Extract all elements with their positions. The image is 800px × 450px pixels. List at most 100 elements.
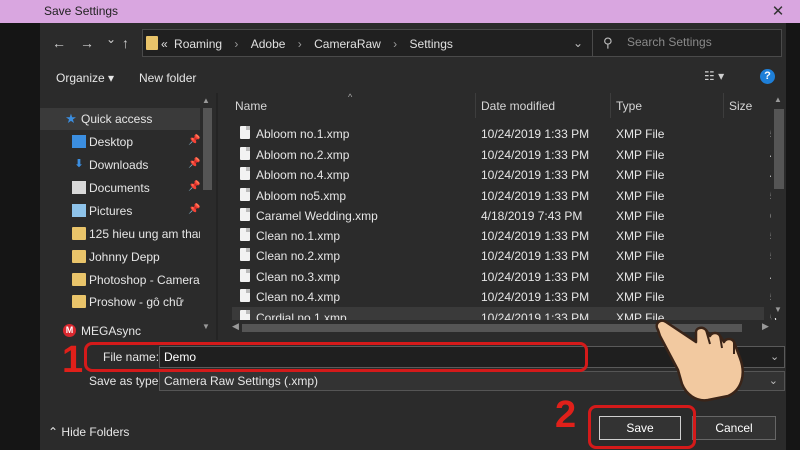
breadcrumb-overflow-icon[interactable]: « xyxy=(161,37,168,51)
file-name: Clean no.4.xmp xyxy=(256,290,341,304)
sidebar-item-johnny-depp[interactable]: Johnny Depp xyxy=(40,246,202,268)
scrollbar-thumb[interactable] xyxy=(203,108,212,190)
sidebar-item-quick-access[interactable]: ★ Quick access xyxy=(40,108,202,130)
sidebar-item-125-hieu-ung[interactable]: 125 hieu ung am thanh xyxy=(40,223,212,245)
file-row[interactable]: Clean no.2.xmp 10/24/2019 1:33 PM XMP Fi… xyxy=(232,245,777,265)
scroll-left-icon[interactable]: ◀ xyxy=(232,321,239,332)
sidebar-item-label: Documents xyxy=(89,181,150,195)
forward-arrow-icon[interactable]: → xyxy=(80,35,94,51)
pin-icon[interactable]: 📌 xyxy=(188,181,200,192)
desktop-icon xyxy=(72,135,86,148)
file-date: 4/18/2019 7:43 PM xyxy=(481,209,583,223)
scrollbar-thumb[interactable] xyxy=(774,109,784,189)
breadcrumb-cameraraw[interactable]: CameraRaw xyxy=(314,37,381,51)
view-options-icon[interactable]: ☷ ▾ xyxy=(704,69,724,83)
chevron-right-icon: › xyxy=(297,37,302,51)
folder-icon xyxy=(146,36,158,50)
background-strip-left xyxy=(0,23,40,450)
navigation-bar: ← → ⌄ ↑ « Roaming › Adobe › CameraRaw › … xyxy=(40,23,786,65)
help-icon[interactable]: ? xyxy=(760,69,775,84)
column-divider[interactable] xyxy=(610,93,611,118)
cancel-button[interactable]: Cancel xyxy=(692,416,776,440)
file-icon xyxy=(240,126,250,139)
file-row[interactable]: Abloom no.2.xmp 10/24/2019 1:33 PM XMP F… xyxy=(232,144,777,164)
save-settings-dialog: Save Settings ✕ ← → ⌄ ↑ « Roaming › Adob… xyxy=(0,0,800,450)
sidebar-scrollbar[interactable]: ▲ ▼ xyxy=(200,96,214,338)
step-marker-2: 2 xyxy=(555,394,577,436)
documents-icon xyxy=(72,181,86,194)
file-name: Clean no.2.xmp xyxy=(256,249,341,263)
file-icon xyxy=(240,289,250,302)
sidebar-item-proshow[interactable]: Proshow - gô chữ xyxy=(40,291,202,313)
address-bar[interactable]: « Roaming › Adobe › CameraRaw › Settings… xyxy=(142,29,624,57)
breadcrumb-adobe[interactable]: Adobe xyxy=(251,37,286,51)
sidebar-item-label: Photoshop - Camera R xyxy=(89,273,212,287)
sidebar-item-photoshop-camera[interactable]: Photoshop - Camera R xyxy=(40,269,212,291)
file-row[interactable]: Abloom no5.xmp 10/24/2019 1:33 PM XMP Fi… xyxy=(232,185,777,205)
mega-icon: M xyxy=(63,324,76,337)
sidebar-item-downloads[interactable]: ⬇ Downloads 📌 xyxy=(40,154,202,176)
scroll-up-icon[interactable]: ▲ xyxy=(202,96,210,105)
scroll-down-icon[interactable]: ▼ xyxy=(774,305,782,314)
chevron-right-icon: › xyxy=(393,37,398,51)
file-name: Clean no.1.xmp xyxy=(256,229,341,243)
file-type: XMP File xyxy=(616,209,665,223)
title-bar: Save Settings ✕ xyxy=(0,0,800,23)
breadcrumb-roaming[interactable]: Roaming xyxy=(174,37,222,51)
column-header-size[interactable]: Size xyxy=(729,99,752,113)
column-header-type[interactable]: Type xyxy=(616,99,642,113)
column-header-name[interactable]: Name xyxy=(235,99,267,113)
file-row[interactable]: Clean no.1.xmp 10/24/2019 1:33 PM XMP Fi… xyxy=(232,225,777,245)
save-as-type-label: Save as type: xyxy=(89,374,162,388)
close-icon[interactable]: ✕ xyxy=(770,2,786,20)
file-icon xyxy=(240,228,250,241)
save-as-type-value: Camera Raw Settings (.xmp) xyxy=(164,374,319,388)
file-row[interactable]: Clean no.3.xmp 10/24/2019 1:33 PM XMP Fi… xyxy=(232,266,777,286)
file-date: 10/24/2019 1:33 PM xyxy=(481,148,590,162)
step-marker-1: 1 xyxy=(62,339,84,381)
sidebar-item-label: Downloads xyxy=(89,158,149,172)
file-icon xyxy=(240,269,250,282)
sidebar-item-label: Johnny Depp xyxy=(89,250,160,264)
sidebar-item-label: 125 hieu ung am thanh xyxy=(89,227,212,241)
pin-icon[interactable]: 📌 xyxy=(188,158,200,169)
file-row[interactable]: Abloom no.4.xmp 10/24/2019 1:33 PM XMP F… xyxy=(232,164,777,184)
scroll-down-icon[interactable]: ▼ xyxy=(202,322,210,331)
pin-icon[interactable]: 📌 xyxy=(188,204,200,215)
navigation-pane: ★ Quick access Desktop 📌 ⬇ Downloads 📌 D… xyxy=(40,93,216,340)
new-folder-button[interactable]: New folder xyxy=(139,71,196,85)
sidebar-item-pictures[interactable]: Pictures 📌 xyxy=(40,200,202,222)
file-row[interactable]: Abloom no.1.xmp 10/24/2019 1:33 PM XMP F… xyxy=(232,123,777,143)
file-name: Abloom no5.xmp xyxy=(256,189,347,203)
sidebar-item-desktop[interactable]: Desktop 📌 xyxy=(40,131,202,153)
scroll-up-icon[interactable]: ▲ xyxy=(774,95,782,104)
column-divider[interactable] xyxy=(475,93,476,118)
sidebar-item-label: Quick access xyxy=(81,112,153,126)
column-divider[interactable] xyxy=(723,93,724,118)
sidebar-item-label: Desktop xyxy=(89,135,134,149)
search-input[interactable] xyxy=(627,35,767,49)
sidebar-item-documents[interactable]: Documents 📌 xyxy=(40,177,202,199)
file-date: 10/24/2019 1:33 PM xyxy=(481,189,590,203)
pin-icon[interactable]: 📌 xyxy=(188,135,200,146)
file-list-scrollbar[interactable]: ▲ ▼ xyxy=(771,93,786,318)
file-type: XMP File xyxy=(616,249,665,263)
scroll-right-icon[interactable]: ▶ xyxy=(762,321,769,332)
breadcrumb-settings[interactable]: Settings xyxy=(410,37,453,51)
file-name: Caramel Wedding.xmp xyxy=(256,209,378,223)
up-arrow-icon[interactable]: ↑ xyxy=(122,35,129,51)
organize-button[interactable]: Organize ▾ xyxy=(56,71,114,85)
file-date: 10/24/2019 1:33 PM xyxy=(481,127,590,141)
breadcrumb: « Roaming › Adobe › CameraRaw › Settings xyxy=(161,37,456,51)
hide-folders-button[interactable]: ⌃ Hide Folders xyxy=(48,425,129,439)
hide-folders-label: Hide Folders xyxy=(61,425,130,439)
chevron-right-icon: › xyxy=(234,37,239,51)
filename-dropdown-icon[interactable]: ⌄ xyxy=(770,350,779,363)
file-name: Abloom no.1.xmp xyxy=(256,127,350,141)
back-arrow-icon[interactable]: ← xyxy=(52,35,66,51)
pointing-hand-icon xyxy=(655,319,744,402)
address-dropdown-icon[interactable]: ⌄ xyxy=(573,36,583,50)
recent-locations-chevron-icon[interactable]: ⌄ xyxy=(106,32,116,46)
column-header-date[interactable]: Date modified xyxy=(481,99,555,113)
file-row[interactable]: Caramel Wedding.xmp 4/18/2019 7:43 PM XM… xyxy=(232,205,777,225)
